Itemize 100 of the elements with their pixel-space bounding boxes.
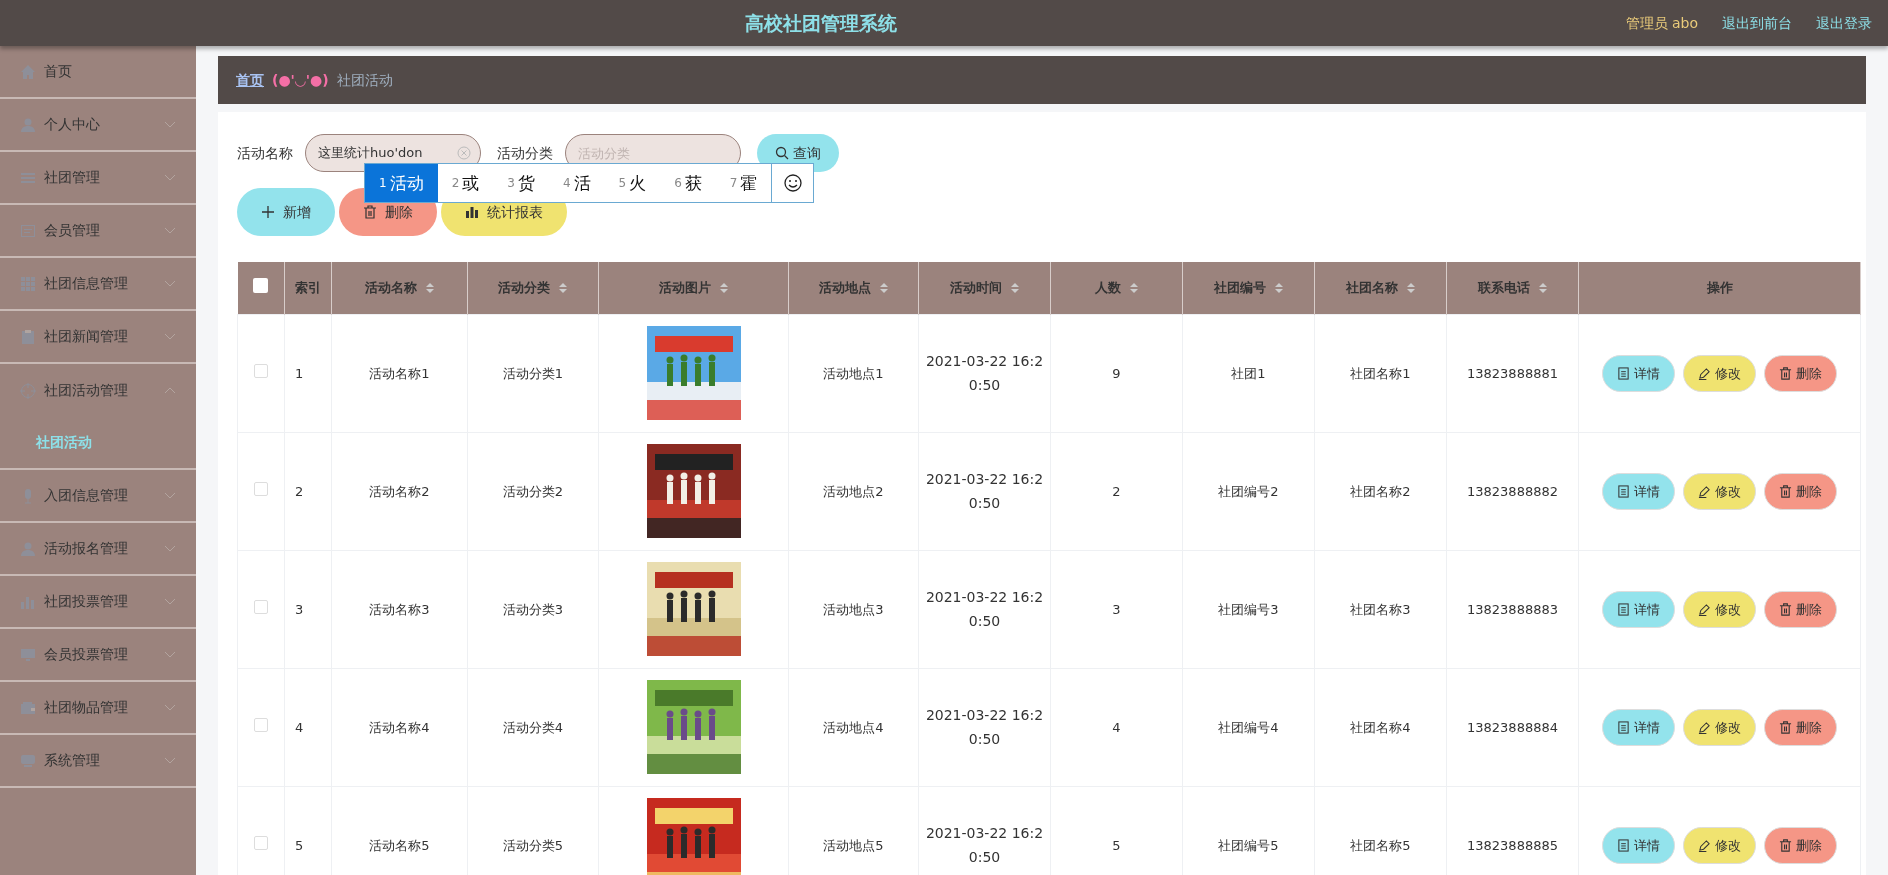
breadcrumb-link[interactable]: 首页 (236, 69, 264, 91)
table-cell: 活动地点5 (823, 837, 884, 853)
chevron-down-icon (164, 280, 176, 288)
table-cell: 活动名称3 (369, 601, 430, 617)
pencil-icon (1698, 602, 1711, 616)
sort-icon (1537, 282, 1548, 295)
sidebar-item[interactable]: 活动报名管理 (0, 523, 196, 577)
row-checkbox[interactable] (254, 363, 268, 378)
action-button[interactable]: 详情 (1602, 354, 1675, 392)
action-button[interactable]: 修改 (1683, 472, 1756, 510)
document-icon (1617, 602, 1630, 616)
sidebar-item[interactable]: 个人中心 (0, 99, 196, 153)
action-button[interactable]: 详情 (1602, 826, 1675, 864)
ime-candidate[interactable]: 1 活动 (365, 164, 438, 203)
table-cell: 活动名称4 (369, 719, 430, 735)
sidebar-item[interactable]: 社团信息管理 (0, 258, 196, 312)
breadcrumb-separator: (●'◡'●) (272, 70, 329, 90)
sort-icon (1405, 282, 1416, 295)
table-cell: 活动地点3 (823, 601, 884, 617)
document-icon (1617, 838, 1630, 852)
person-icon (20, 540, 36, 557)
column-header[interactable]: 社团编号 (1182, 262, 1315, 315)
table-cell: 社团名称1 (1350, 365, 1411, 381)
sidebar-item[interactable]: 会员管理 (0, 205, 196, 259)
action-button[interactable]: 详情 (1602, 590, 1675, 628)
search-icon (775, 146, 789, 161)
table-cell: 活动名称1 (369, 365, 430, 381)
column-header: 操作 (1578, 262, 1861, 315)
column-header[interactable]: 社团名称 (1314, 262, 1447, 315)
column-header[interactable]: 活动时间 (918, 262, 1051, 315)
trash-icon (1779, 484, 1792, 498)
trash-icon (363, 205, 377, 220)
column-header[interactable]: 活动分类 (467, 262, 599, 315)
sort-icon (1009, 282, 1020, 295)
table-cell: 社团1 (1231, 365, 1266, 381)
table-cell: 3 (295, 601, 304, 617)
table-cell: 社团编号2 (1218, 483, 1279, 499)
action-button[interactable]: 删除 (1764, 708, 1837, 746)
user-name: 管理员 abo (1625, 13, 1698, 33)
action-button[interactable]: 详情 (1602, 708, 1675, 746)
table-cell: 活动分类1 (502, 365, 564, 381)
table-cell: 2021-03-22 16:20:50 (925, 352, 1044, 394)
table-cell: 1 (295, 365, 304, 381)
header-link[interactable]: 退出登录 (1816, 12, 1872, 34)
sidebar-item[interactable]: 社团物品管理 (0, 682, 196, 736)
sidebar-item[interactable]: 入团信息管理 (0, 470, 196, 524)
table-cell: 5 (1112, 837, 1121, 853)
sort-icon (878, 282, 889, 295)
trash-icon (1779, 720, 1792, 734)
pencil-icon (1698, 720, 1711, 734)
column-header[interactable]: 活动地点 (788, 262, 919, 315)
row-checkbox[interactable] (254, 835, 268, 850)
sidebar-item[interactable]: 社团活动管理 (0, 364, 196, 418)
action-button[interactable]: 详情 (1602, 472, 1675, 510)
row-checkbox[interactable] (254, 717, 268, 732)
document-icon (1617, 720, 1630, 734)
monitor-icon (20, 752, 36, 769)
card-icon (20, 222, 36, 239)
action-button[interactable]: 删除 (1764, 472, 1837, 510)
action-button[interactable]: 修改 (1683, 354, 1756, 392)
document-icon (1617, 484, 1630, 498)
sidebar-item[interactable]: 首页 (0, 46, 196, 100)
header-link[interactable]: 退出到前台 (1722, 12, 1792, 34)
action-button[interactable]: 删除 (1764, 354, 1837, 392)
table-cell: 13823888882 (1467, 483, 1558, 499)
table-cell: 活动分类3 (502, 601, 564, 617)
column-header[interactable]: 活动图片 (598, 262, 789, 315)
pencil-icon (1698, 484, 1711, 498)
sidebar-item[interactable]: 系统管理 (0, 735, 196, 789)
column-header[interactable]: 联系电话 (1446, 262, 1579, 315)
table-cell: 2 (1112, 483, 1121, 499)
row-checkbox[interactable] (254, 599, 268, 614)
row-checkbox[interactable] (254, 481, 268, 496)
action-button[interactable]: 删除 (1764, 590, 1837, 628)
column-header[interactable]: 活动名称 (331, 262, 468, 315)
field-label: 活动名称 (237, 143, 293, 163)
sort-icon (1273, 282, 1284, 295)
sidebar-item[interactable]: 会员投票管理 (0, 629, 196, 683)
action-button[interactable]: 修改 (1683, 708, 1756, 746)
action-button[interactable]: 修改 (1683, 826, 1756, 864)
table-cell: 2021-03-22 16:20:50 (925, 706, 1044, 748)
pencil-icon (1698, 366, 1711, 380)
plus-icon (261, 205, 275, 220)
table-cell: 9 (1112, 365, 1121, 381)
action-button[interactable]: 删除 (1764, 826, 1837, 864)
sidebar-item[interactable]: 社团投票管理 (0, 576, 196, 630)
column-header[interactable]: 人数 (1050, 262, 1183, 315)
action-button[interactable]: 修改 (1683, 590, 1756, 628)
table-cell: 社团编号3 (1218, 601, 1279, 617)
table-cell: 社团名称3 (1350, 601, 1411, 617)
monitor-icon (20, 646, 36, 663)
sidebar-item[interactable]: 社团管理 (0, 152, 196, 206)
table-cell: 活动分类2 (502, 483, 564, 499)
select-all-checkbox[interactable] (253, 277, 269, 293)
chevron-down-icon (164, 174, 176, 182)
bar-chart-icon (465, 205, 479, 220)
toolbar-button[interactable]: 新增 (237, 188, 335, 237)
pencil-icon (1698, 838, 1711, 852)
table-cell: 3 (1112, 601, 1121, 617)
sidebar-item[interactable]: 社团新闻管理 (0, 311, 196, 365)
